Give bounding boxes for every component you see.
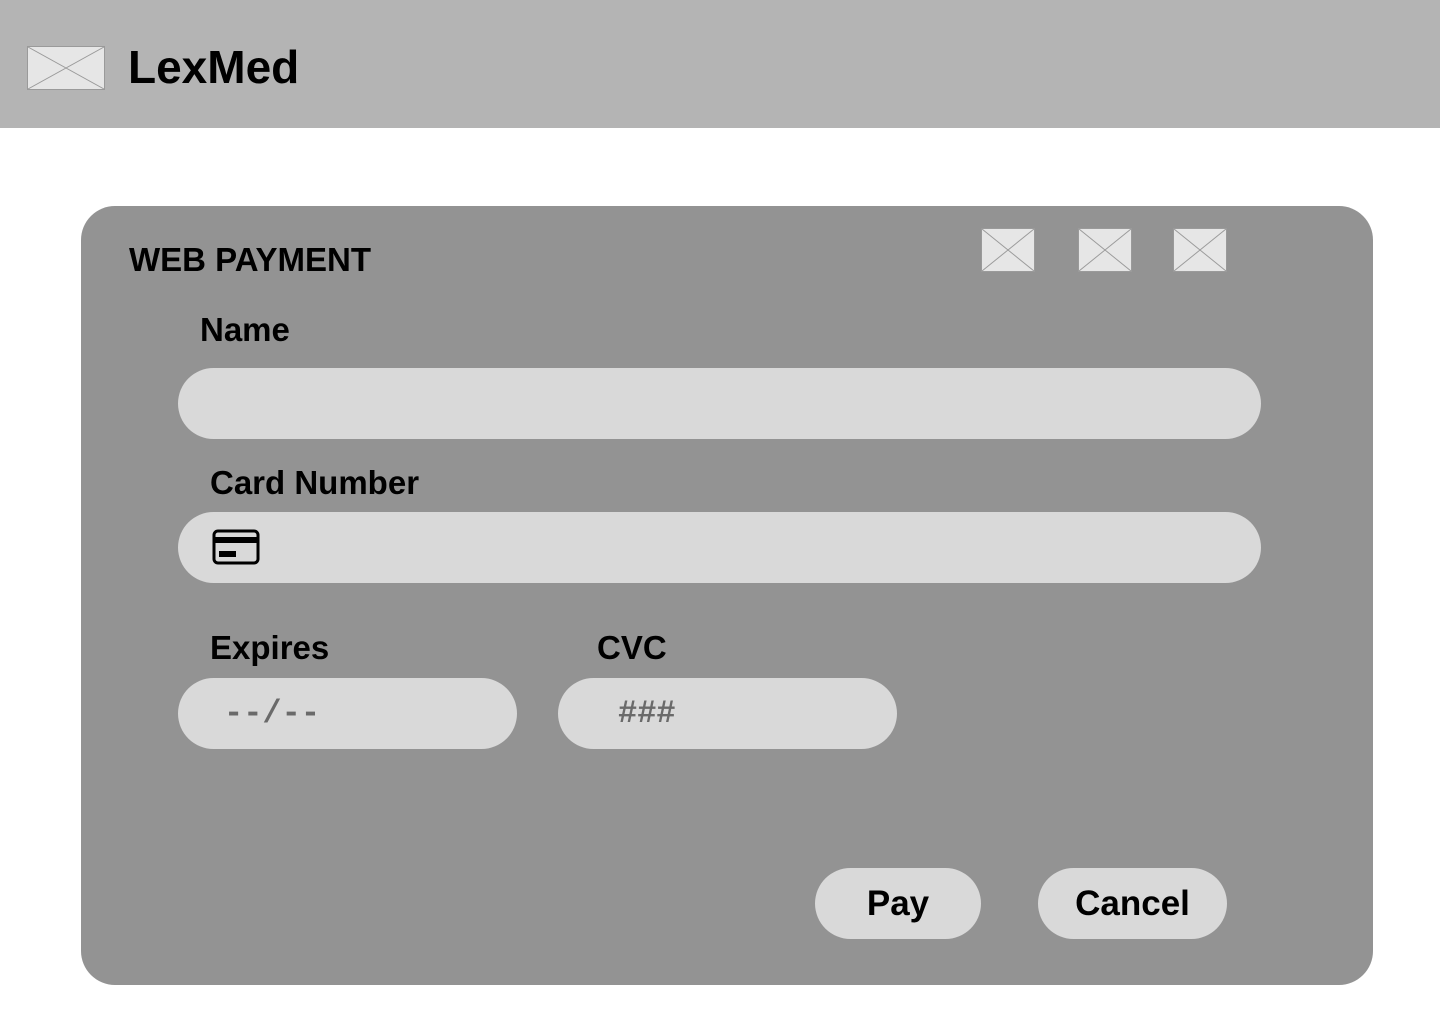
expires-field[interactable] [178, 678, 517, 749]
card-brand-image-placeholder-icon [981, 228, 1035, 272]
cvc-label: CVC [597, 629, 667, 666]
name-label: Name [200, 311, 290, 348]
expires-label: Expires [210, 629, 330, 666]
name-field[interactable] [178, 368, 1261, 439]
expires-input[interactable] [224, 678, 517, 749]
cvc-input[interactable] [618, 678, 897, 749]
brand-name: LexMed [128, 41, 300, 93]
cancel-button[interactable]: Cancel [1038, 868, 1227, 939]
card-number-input[interactable] [284, 512, 1261, 583]
payment-title: WEB PAYMENT [129, 241, 372, 278]
card-brand-image-placeholder-icon [1078, 228, 1132, 272]
cvc-field[interactable] [558, 678, 897, 749]
payment-card: WEB PAYMENT Name Card Number Expires --/… [81, 206, 1373, 985]
card-number-field[interactable] [178, 512, 1261, 583]
app-header: LexMed [0, 0, 1440, 128]
credit-card-icon [212, 529, 260, 565]
logo-image-placeholder-icon [27, 46, 105, 90]
name-input[interactable] [218, 368, 1261, 439]
card-brand-image-placeholder-icon [1173, 228, 1227, 272]
card-number-label: Card Number [210, 464, 420, 501]
pay-button[interactable]: Pay [815, 868, 981, 939]
